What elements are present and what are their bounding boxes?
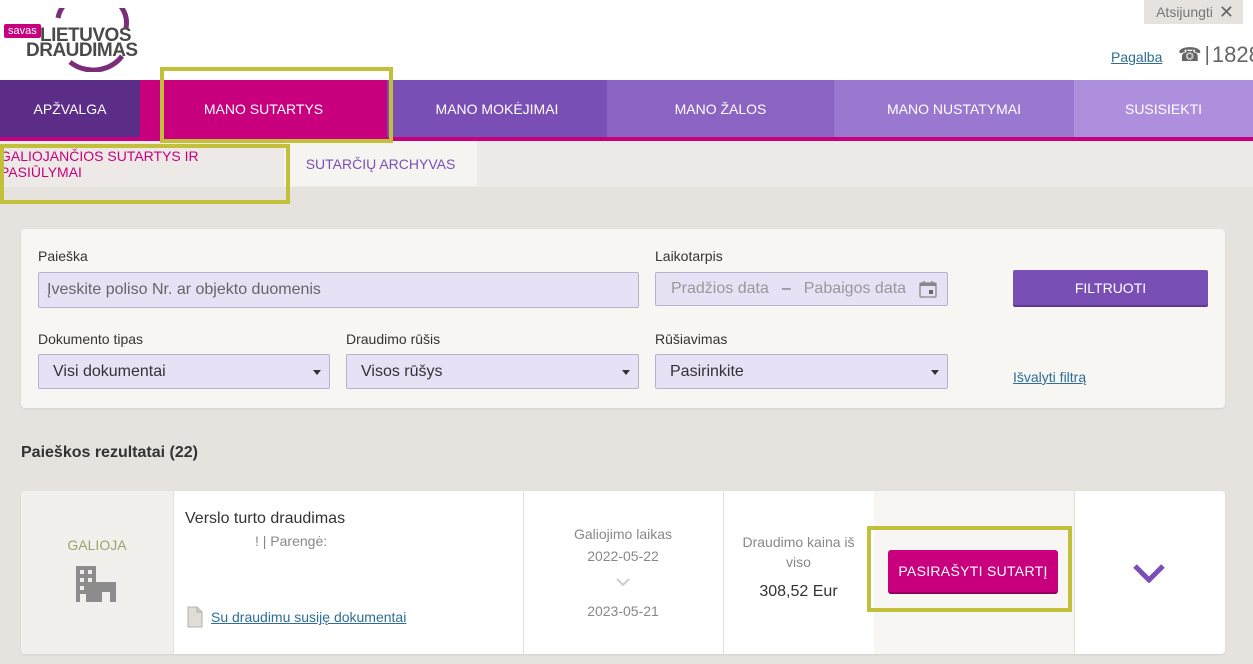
insurance-type-value: Visos rūšys (361, 362, 443, 380)
price-label: Draudimo kaina iš viso (742, 534, 855, 570)
date-to-field[interactable]: Pabaigos data (804, 280, 906, 298)
sort-label: Rūšiavimas (655, 331, 728, 347)
date-range-field[interactable]: Pradžios data – Pabaigos data (655, 272, 948, 306)
calendar-icon[interactable] (919, 280, 937, 298)
nav-overview-label: APŽVALGA (33, 100, 107, 117)
search-label: Paieška (38, 248, 88, 264)
main-nav: APŽVALGA MANO SUTARTYS MANO MOKĖJIMAI MA… (0, 80, 1253, 137)
doc-type-label: Dokumento tipas (38, 331, 144, 347)
nav-overview[interactable]: APŽVALGA (0, 80, 140, 137)
nav-my-claims-label: MANO ŽALOS (674, 100, 767, 117)
logout-button[interactable]: Atsijungti ✕ (1144, 0, 1243, 24)
price-value: 308,52 Eur (759, 583, 838, 600)
search-input[interactable] (38, 272, 639, 308)
sign-contract-button[interactable]: PASIRAŠYTI SUTARTĮ (888, 550, 1058, 592)
related-documents-link[interactable]: Su draudimu susiję dokumentai (211, 609, 406, 625)
chevron-down-icon (313, 370, 321, 375)
chevron-down-icon (1133, 564, 1165, 583)
clear-filter-link[interactable]: Išvalyti filtrą (1013, 369, 1086, 385)
logout-label: Atsijungti (1156, 4, 1213, 20)
tab-active-contracts-label: GALIOJANČIOS SUTARTYS IR PASIŪLYMAI (0, 147, 199, 180)
chevron-down-icon (931, 370, 939, 375)
phone-separator: | (1204, 43, 1210, 66)
chevron-down-icon (616, 578, 630, 587)
nav-my-contracts-label: MANO SUTARTYS (203, 100, 324, 117)
phone-value: 1828 (1211, 42, 1253, 67)
price-column: Draudimo kaina iš viso 308,52 Eur (723, 491, 874, 654)
close-icon: ✕ (1218, 2, 1234, 22)
logo[interactable]: savas LIETUVOS DRAUDIMAS (0, 8, 138, 72)
document-icon (187, 606, 203, 628)
tab-contracts-archive[interactable]: SUTARČIŲ ARCHYVAS (284, 141, 477, 186)
policy-meta: ! | Parengė: (255, 533, 328, 549)
policy-title: Verslo turto draudimas (185, 510, 346, 527)
result-card: GALIOJA Verslo turto draudimas ! | Paren… (21, 491, 1225, 654)
status-badge: GALIOJA (67, 537, 127, 553)
nav-contact-label: SUSISIEKTI (1124, 100, 1203, 117)
validity-to: 2023-05-21 (587, 603, 659, 619)
doc-type-select[interactable]: Visi dokumentai (38, 354, 330, 389)
sort-value: Pasirinkite (670, 362, 744, 380)
filter-button[interactable]: FILTRUOTI (1013, 270, 1208, 305)
filter-panel: Paieška Laikotarpis Pradžios data – Paba… (21, 229, 1225, 408)
results-title: Paieškos rezultatai (22) (21, 444, 198, 461)
doc-type-value: Visi dokumentai (53, 362, 166, 380)
validity-column: Galiojimo laikas 2022-05-22 2023-05-21 (523, 491, 723, 654)
date-from-field[interactable]: Pradžios data (671, 280, 769, 298)
header: savas LIETUVOS DRAUDIMAS Atsijungti ✕ Pa… (0, 0, 1253, 80)
nav-my-payments[interactable]: MANO MOKĖJIMAI (387, 80, 607, 137)
tab-active-contracts[interactable]: GALIOJANČIOS SUTARTYS IR PASIŪLYMAI (0, 141, 282, 186)
date-separator: – (781, 280, 791, 297)
action-column: PASIRAŠYTI SUTARTĮ (874, 491, 1074, 654)
tab-contracts-archive-label: SUTARČIŲ ARCHYVAS (305, 155, 456, 172)
status-column: GALIOJA (21, 491, 173, 654)
nav-my-settings-label: MANO NUSTATYMAI (886, 100, 1022, 117)
phone-icon: ☎ (1178, 44, 1202, 66)
period-label: Laikotarpis (655, 248, 723, 264)
building-icon (76, 566, 116, 602)
validity-label: Galiojimo laikas (573, 526, 673, 542)
logo-badge: savas (4, 24, 41, 38)
sort-select[interactable]: Pasirinkite (655, 354, 948, 389)
nav-my-settings[interactable]: MANO NUSTATYMAI (834, 80, 1074, 137)
validity-from: 2022-05-22 (587, 548, 659, 564)
insurance-type-label: Draudimo rūšis (346, 331, 441, 347)
help-link[interactable]: Pagalba (1111, 49, 1162, 65)
chevron-down-icon (622, 370, 630, 375)
nav-contact[interactable]: SUSISIEKTI (1074, 80, 1253, 137)
phone-number: ☎ | 1828 (1178, 42, 1253, 68)
nav-my-payments-label: MANO MOKĖJIMAI (435, 100, 559, 117)
nav-my-claims[interactable]: MANO ŽALOS (607, 80, 834, 137)
sub-nav: GALIOJANČIOS SUTARTYS IR PASIŪLYMAI SUTA… (0, 141, 1253, 187)
logo-line2: DRAUDIMAS (26, 40, 138, 61)
expand-row-button[interactable] (1074, 491, 1225, 654)
nav-my-contracts[interactable]: MANO SUTARTYS (140, 80, 387, 137)
insurance-type-select[interactable]: Visos rūšys (346, 354, 639, 389)
